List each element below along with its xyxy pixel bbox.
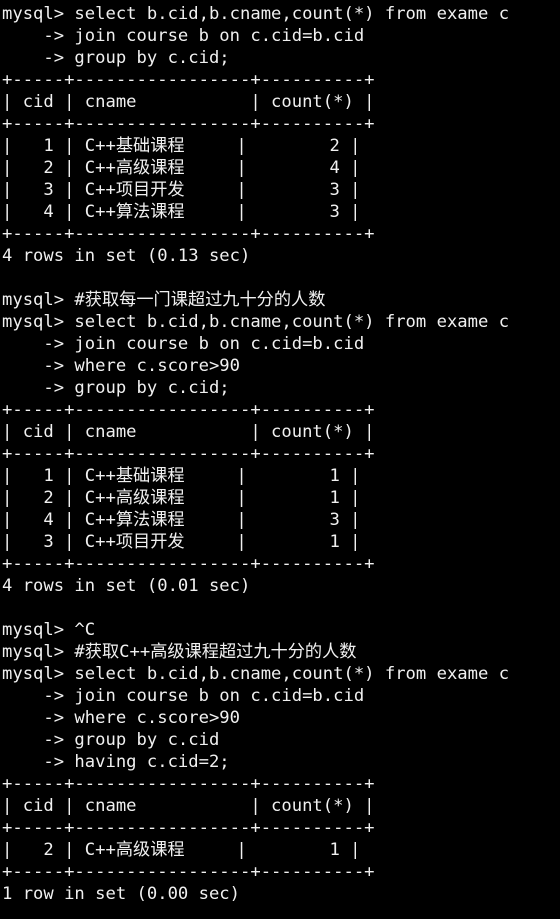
terminal-line: -> where c.score>90 [2, 356, 240, 376]
terminal-line: -> join course b on c.cid=b.cid [2, 334, 365, 354]
terminal-line: mysql> select b.cid,b.cname,count(*) fro… [2, 664, 510, 684]
table-row: | 1 | C++基础课程 | 1 | [2, 466, 361, 486]
terminal-line: -> group by c.cid; [2, 48, 230, 68]
table-header: | cid | cname | count(*) | [2, 422, 375, 442]
terminal-line: -> having c.cid=2; [2, 752, 230, 772]
table-row: | 2 | C++高级课程 | 1 | [2, 840, 361, 860]
table-row: | 4 | C++算法课程 | 3 | [2, 202, 361, 222]
table-row: | 3 | C++项目开发 | 3 | [2, 180, 361, 200]
terminal-line: mysql> select b.cid,b.cname,count(*) fro… [2, 312, 510, 332]
terminal-line: -> join course b on c.cid=b.cid [2, 26, 365, 46]
table-row: | 2 | C++高级课程 | 1 | [2, 488, 361, 508]
table-border: +-----+-----------------+----------+ [2, 224, 375, 244]
table-row: | 3 | C++项目开发 | 1 | [2, 532, 361, 552]
table-header: | cid | cname | count(*) | [2, 796, 375, 816]
table-border: +-----+-----------------+----------+ [2, 774, 375, 794]
terminal-line: -> where c.score>90 [2, 708, 240, 728]
result-summary: 4 rows in set (0.13 sec) [2, 246, 251, 266]
table-border: +-----+-----------------+----------+ [2, 400, 375, 420]
table-border: +-----+-----------------+----------+ [2, 70, 375, 90]
terminal-output[interactable]: mysql> select b.cid,b.cname,count(*) fro… [0, 0, 560, 919]
terminal-line: -> group by c.cid [2, 730, 220, 750]
table-row: | 2 | C++高级课程 | 4 | [2, 158, 361, 178]
table-border: +-----+-----------------+----------+ [2, 862, 375, 882]
terminal-line: mysql> select b.cid,b.cname,count(*) fro… [2, 4, 510, 24]
table-border: +-----+-----------------+----------+ [2, 114, 375, 134]
table-row: | 4 | C++算法课程 | 3 | [2, 510, 361, 530]
table-border: +-----+-----------------+----------+ [2, 554, 375, 574]
table-border: +-----+-----------------+----------+ [2, 818, 375, 838]
terminal-line: mysql> #获取每一门课超过九十分的人数 [2, 290, 326, 310]
terminal-line: mysql> #获取C++高级课程超过九十分的人数 [2, 642, 357, 662]
table-border: +-----+-----------------+----------+ [2, 444, 375, 464]
result-summary: 1 row in set (0.00 sec) [2, 884, 240, 904]
terminal-line: -> group by c.cid; [2, 378, 230, 398]
terminal-line: mysql> ^C [2, 620, 96, 640]
table-header: | cid | cname | count(*) | [2, 92, 375, 112]
result-summary: 4 rows in set (0.01 sec) [2, 576, 251, 596]
terminal-line: -> join course b on c.cid=b.cid [2, 686, 365, 706]
table-row: | 1 | C++基础课程 | 2 | [2, 136, 361, 156]
